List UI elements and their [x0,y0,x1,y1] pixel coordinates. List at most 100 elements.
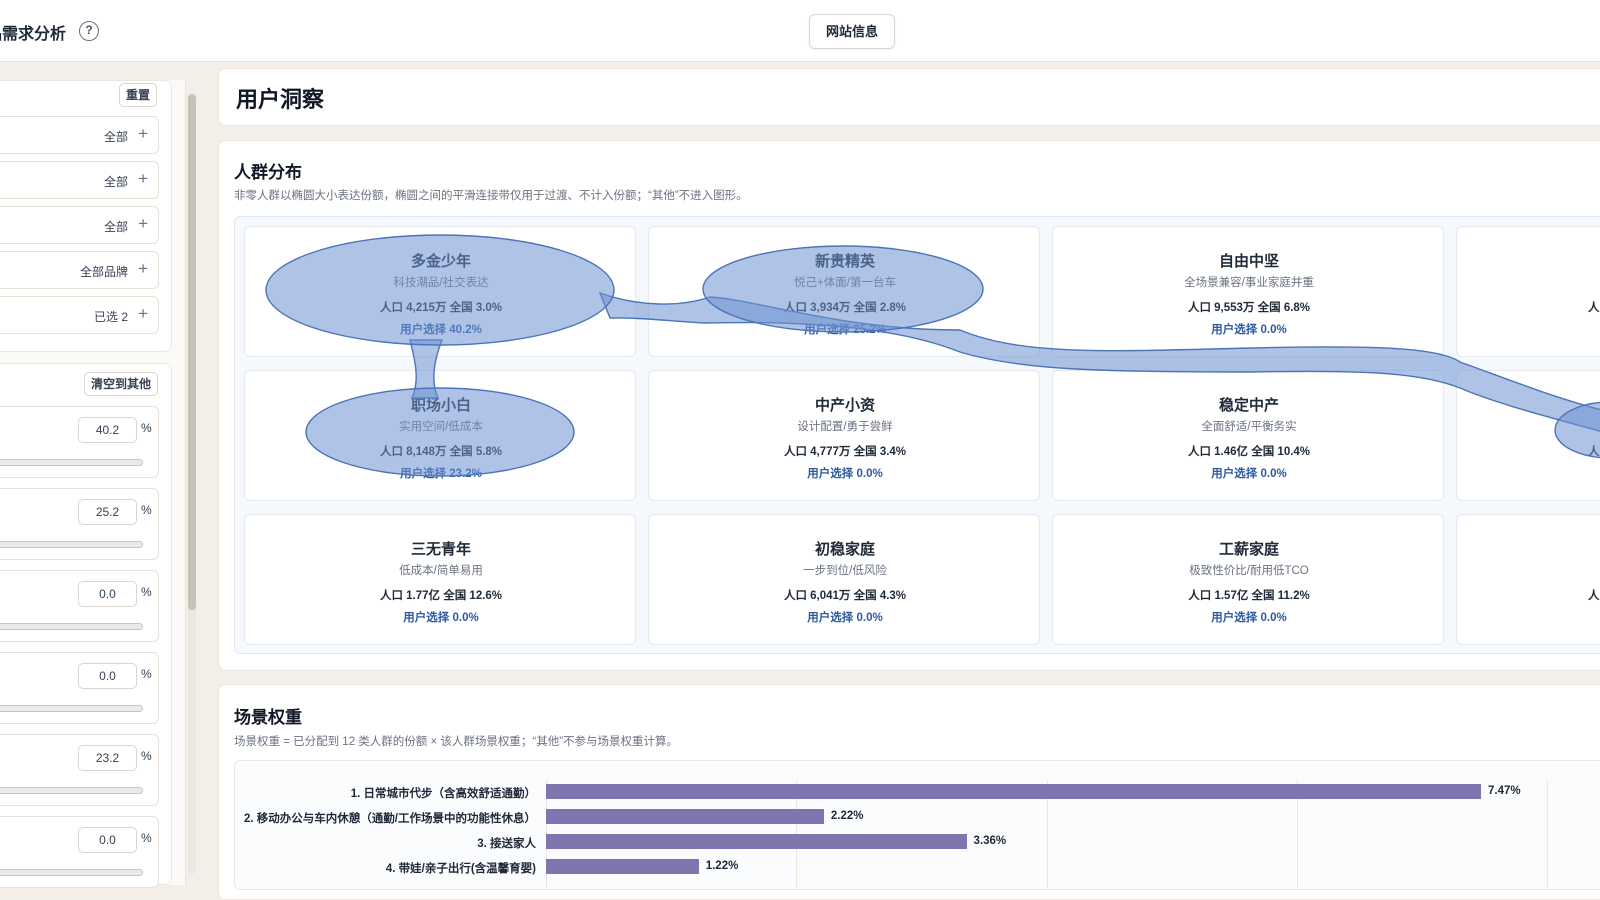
help-icon[interactable]: ? [79,21,99,41]
filter-row[interactable]: 全部 + [0,161,159,199]
crowd-population: 人口 6,041万 全国 4.3% [783,590,907,602]
crowd-name: 新贵精英 [814,253,875,270]
share-slider[interactable] [0,787,143,794]
share-row: 25.2 % [0,488,159,560]
crowd-card[interactable]: 稳定中产 全面舒适/平衡务实 人口 1.46亿 全国 10.4% 用户选择 0.… [1052,370,1444,501]
clear-to-other-button[interactable]: 清空到其他 [84,372,159,396]
top-bar: 品需求分析 ? 网站信息 [0,0,1600,62]
filter-value: 全部品牌 [79,265,128,279]
plus-icon[interactable]: + [138,124,148,144]
share-slider[interactable] [0,869,143,876]
crowd-card[interactable]: 多金少年 科技潮品/社交表达 人口 4,215万 全国 3.0% 用户选择 40… [244,226,636,357]
share-input[interactable]: 23.2 [78,745,137,771]
bar-label: 3. 接送家人 [477,838,536,850]
crowd-card[interactable]: 初稳家庭 一步到位/低风险 人口 6,041万 全国 4.3% 用户选择 0.0… [648,514,1040,645]
crowd-population: 人口 4,215万 全国 3.0% [379,302,503,314]
crowd-card[interactable]: 职场小白 实用空间/低成本 人口 8,148万 全国 5.8% 用户选择 23.… [244,370,636,501]
crowd-tag: 全场景兼容/事业家庭并重 [1184,277,1314,289]
crowd-card[interactable]: 自由中坚 全场景兼容/事业家庭并重 人口 9,553万 全国 6.8% 用户选择… [1052,226,1444,357]
crowd-tag: 极致性价比/耐用低TCO [1189,565,1309,577]
scenario-title: 场景权重 [234,708,302,727]
plus-icon[interactable]: + [138,169,148,189]
crowd-card[interactable]: 人 [1456,226,1600,357]
share-slider[interactable] [0,541,143,548]
filter-row[interactable]: 已选 2 + [0,296,159,334]
crowd-population: 人口 1.57亿 全国 11.2% [1188,590,1310,602]
crowd-name: 职场小白 [410,397,471,414]
crowd-card[interactable]: 三无青年 低成本/简单易用 人口 1.77亿 全国 12.6% 用户选择 0.0… [244,514,636,645]
filter-row[interactable]: 全部 + [0,206,159,244]
crowd-desc: 非零人群以椭圆大小表达份额，椭圆之间的平滑连接带仅用于过渡、不计入份额；“其他”… [234,190,748,202]
plus-icon[interactable]: + [138,304,148,324]
share-input[interactable]: 0.0 [78,827,137,853]
filter-row[interactable]: 全部 + [0,116,159,154]
percent-unit: % [141,831,152,845]
crowd-title: 人群分布 [234,163,302,182]
share-row: 0.0 % [0,570,159,642]
crowd-population: 人 [1588,302,1600,314]
crowd-selection: 用户选择 25.2% [804,324,886,336]
crowd-population: 人口 9,553万 全国 6.8% [1187,302,1311,314]
share-input[interactable]: 25.2 [78,499,137,525]
sidebar-scroll-area: 重置 全部 + 全部 + 全部 + 全部品牌 + 已选 2 + 清空到其他 40… [0,80,186,888]
crowd-tag: 低成本/简单易用 [399,565,483,577]
crowd-population: 人口 3,934万 全国 2.8% [783,302,907,314]
crowd-population: 人口 1.46亿 全国 10.4% [1187,446,1311,458]
crowd-selection: 用户选择 40.2% [400,324,482,336]
crowd-tag: 一步到位/低风险 [803,565,887,577]
filter-row[interactable]: 全部品牌 + [0,251,159,289]
insight-title: 用户洞察 [236,87,325,112]
crowd-card[interactable]: 人 [1456,370,1600,501]
crowd-tag: 科技潮品/社交表达 [393,277,489,289]
bar[interactable] [546,834,967,849]
share-slider[interactable] [0,459,143,466]
crowd-tag: 实用空间/低成本 [399,421,483,433]
sidebar-scrollbar-thumb[interactable] [188,94,196,610]
bar[interactable] [546,784,1481,799]
crowd-selection: 用户选择 0.0% [1211,468,1287,480]
crowd-population: 人 [1588,590,1600,602]
crowd-name: 自由中坚 [1218,253,1279,270]
crowd-tag: 悦己+体面/第一台车 [794,277,896,289]
share-slider[interactable] [0,705,143,712]
site-info-button[interactable]: 网站信息 [809,14,895,49]
share-row: 40.2 % [0,406,159,478]
bar-value-label: 7.47% [1488,785,1521,797]
insight-panel [218,68,1600,126]
percent-unit: % [141,503,152,517]
crowd-selection: 用户选择 0.0% [1211,612,1287,624]
crowd-card[interactable]: 中产小资 设计配置/勇于尝鲜 人口 4,777万 全国 3.4% 用户选择 0.… [648,370,1040,501]
percent-unit: % [141,421,152,435]
share-row: 0.0 % [0,816,159,888]
crowd-name: 多金少年 [410,253,471,270]
plus-icon[interactable]: + [138,214,148,234]
share-input[interactable]: 0.0 [78,581,137,607]
share-slider[interactable] [0,623,143,630]
share-row: 23.2 % [0,734,159,806]
filter-value: 全部 [103,175,128,189]
crowd-selection: 用户选择 0.0% [807,468,883,480]
crowd-card[interactable]: 人 [1456,514,1600,645]
scenario-desc: 场景权重 = 已分配到 12 类人群的份额 × 该人群场景权重；“其他”不参与场… [234,736,679,748]
filter-value: 全部 [103,130,128,144]
crowd-selection: 用户选择 0.0% [403,612,479,624]
bar[interactable] [546,809,824,824]
bar[interactable] [546,859,699,874]
reset-button[interactable]: 重置 [119,83,158,107]
share-input[interactable]: 40.2 [78,417,137,443]
filter-value: 全部 [103,220,128,234]
bar-label: 1. 日常城市代步（含高效舒适通勤） [350,788,536,800]
crowd-name: 稳定中产 [1218,397,1279,414]
share-input[interactable]: 0.0 [78,663,137,689]
filter-value: 已选 2 [93,310,128,324]
plus-icon[interactable]: + [138,259,148,279]
crowd-card[interactable]: 工薪家庭 极致性价比/耐用低TCO 人口 1.57亿 全国 11.2% 用户选择… [1052,514,1444,645]
bar-label: 4. 带娃/亲子出行(含温馨育婴) [385,863,536,875]
crowd-name: 中产小资 [814,397,875,414]
bar-value-label: 2.22% [830,810,864,822]
crowd-population: 人口 4,777万 全国 3.4% [783,446,907,458]
crowd-population: 人 [1588,446,1600,458]
crowd-population: 人口 1.77亿 全国 12.6% [379,590,503,602]
crowd-card[interactable]: 新贵精英 悦己+体面/第一台车 人口 3,934万 全国 2.8% 用户选择 2… [648,226,1040,357]
crowd-selection: 用户选择 0.0% [807,612,883,624]
